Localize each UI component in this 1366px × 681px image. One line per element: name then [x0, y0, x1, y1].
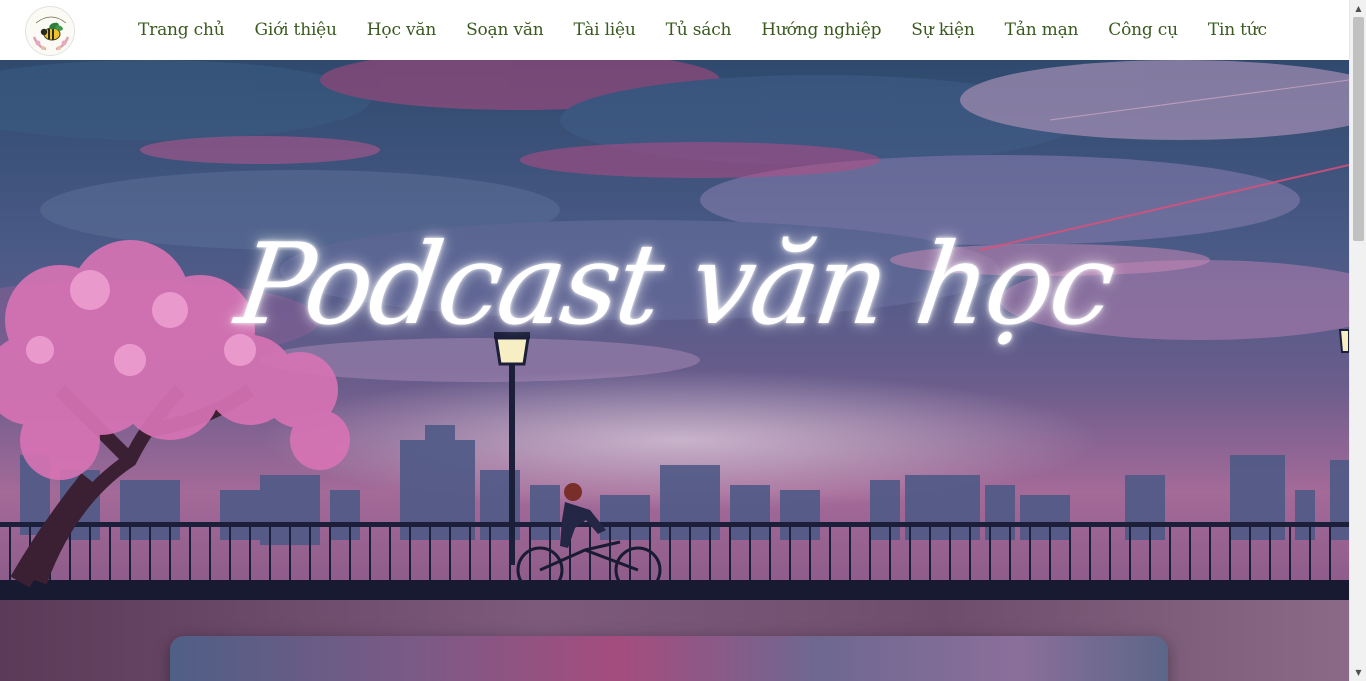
nav-item-tin-tuc[interactable]: Tin tức [1193, 20, 1282, 40]
featured-card[interactable] [170, 636, 1168, 681]
nav-item-soan-van[interactable]: Soạn văn [451, 20, 558, 40]
main-nav: Trang chủ Giới thiệu Học văn Soạn văn Tà… [123, 0, 1282, 60]
nav-item-tai-lieu[interactable]: Tài liệu [559, 20, 651, 40]
content-section [0, 600, 1349, 681]
site-logo[interactable] [25, 6, 75, 56]
nav-item-huong-nghiep[interactable]: Hướng nghiệp [746, 20, 896, 40]
site-header: Trang chủ Giới thiệu Học văn Soạn văn Tà… [0, 0, 1349, 60]
scrollbar-thumb[interactable] [1353, 17, 1364, 241]
scroll-up-icon[interactable]: ▲ [1350, 0, 1366, 17]
hero-banner: Podcast văn học [0, 60, 1349, 600]
nav-item-tu-sach[interactable]: Tủ sách [651, 20, 747, 40]
nav-item-cong-cu[interactable]: Công cụ [1093, 20, 1193, 40]
nav-item-su-kien[interactable]: Sự kiện [896, 20, 989, 40]
nav-item-gioi-thieu[interactable]: Giới thiệu [239, 20, 351, 40]
scroll-down-icon[interactable]: ▼ [1350, 664, 1366, 681]
bee-logo-icon [28, 9, 74, 55]
hero-title: Podcast văn học [229, 220, 1120, 350]
page: Trang chủ Giới thiệu Học văn Soạn văn Tà… [0, 0, 1349, 681]
nav-item-tan-man[interactable]: Tản mạn [990, 20, 1094, 40]
page-scrollbar[interactable]: ▲ ▼ [1349, 0, 1366, 681]
nav-item-hoc-van[interactable]: Học văn [352, 20, 451, 40]
nav-item-trang-chu[interactable]: Trang chủ [123, 20, 239, 40]
